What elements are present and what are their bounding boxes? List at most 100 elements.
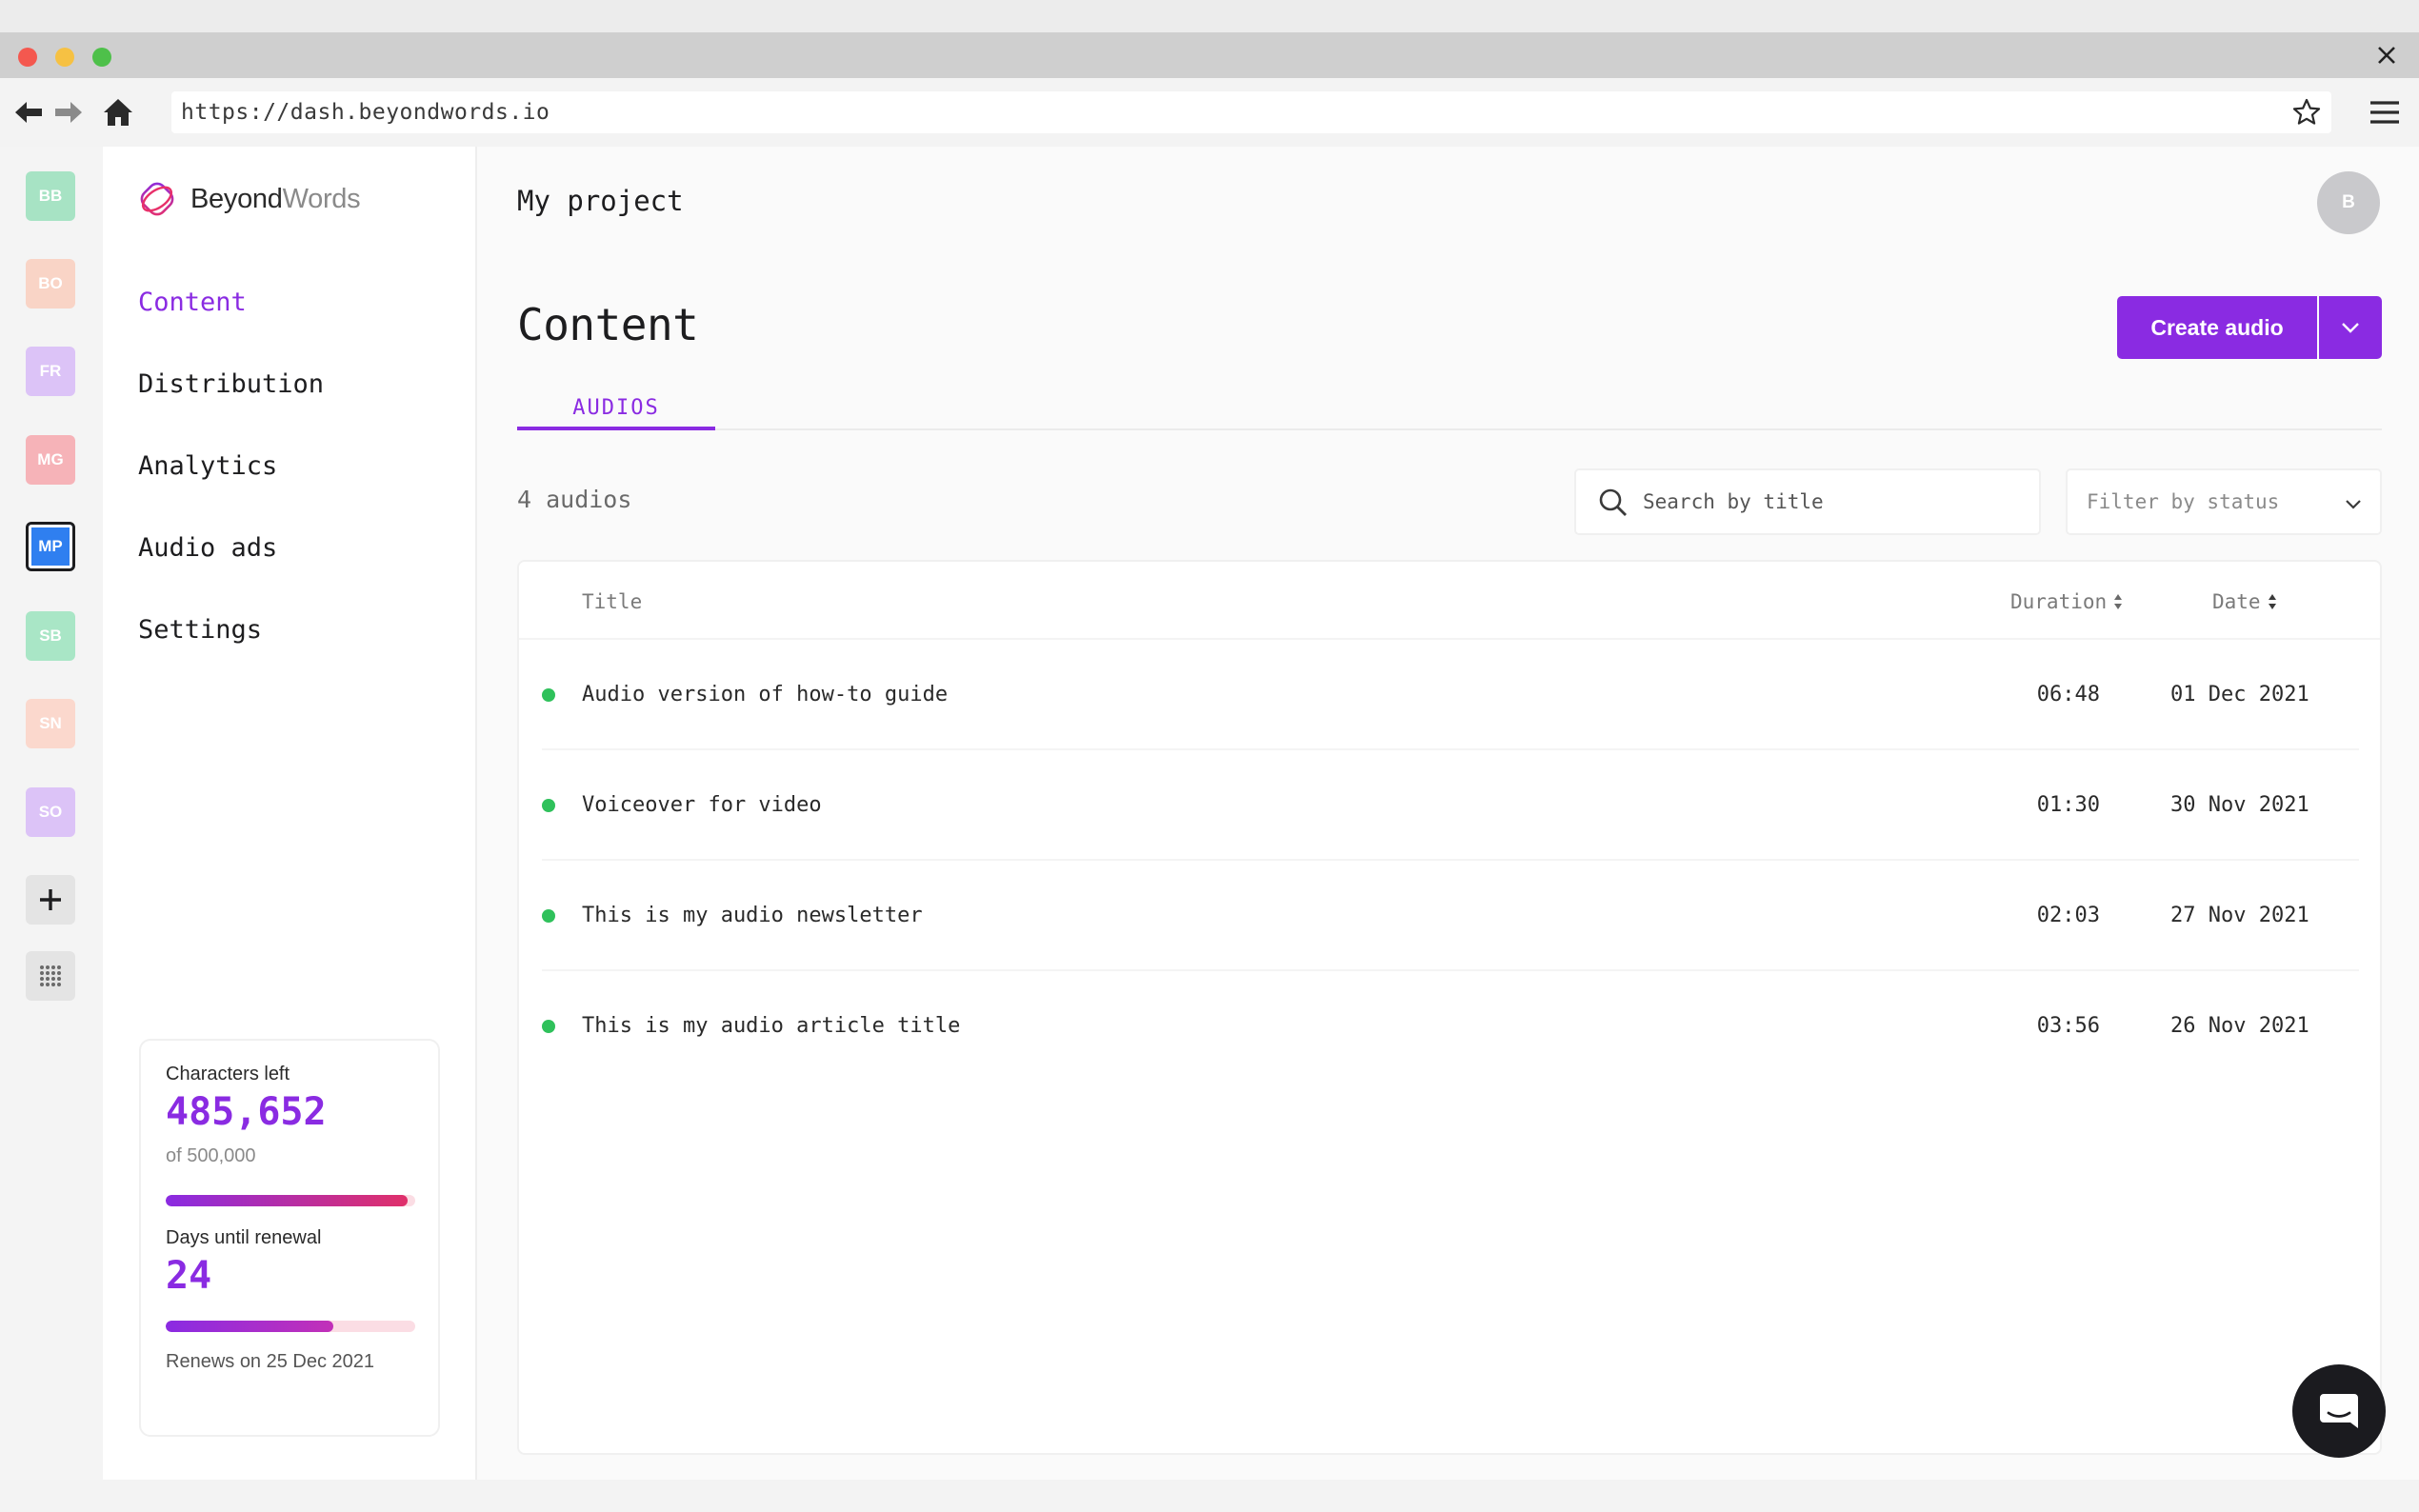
chevron-down-icon: [2346, 500, 2361, 509]
row-duration: 02:03: [2036, 904, 2100, 927]
row-title[interactable]: Voiceover for video: [582, 793, 822, 817]
workspace-initials: BB: [38, 187, 63, 205]
characters-left-label: Characters left: [166, 1064, 290, 1084]
column-title-label: Title: [582, 590, 643, 613]
brand-name-light: Words: [282, 183, 361, 214]
workspace-initials: SN: [39, 714, 62, 732]
workspace-initials: FR: [39, 362, 62, 380]
row-date: 27 Nov 2021: [2170, 904, 2309, 927]
workspace-initials: MG: [37, 450, 64, 468]
workspace-initials: BO: [38, 274, 63, 292]
workspace-bb[interactable]: BB: [26, 171, 75, 221]
apps-grid-button[interactable]: [26, 951, 75, 1001]
workspace-so[interactable]: SO: [26, 787, 75, 837]
row-title[interactable]: This is my audio article title: [582, 1014, 960, 1038]
workspace-mg[interactable]: MG: [26, 435, 75, 485]
characters-progress-fill: [166, 1195, 409, 1206]
characters-total: of 500,000: [166, 1145, 256, 1166]
renewal-date: Renews on 25 Dec 2021: [166, 1351, 375, 1372]
plus-icon: [40, 889, 61, 910]
sidebar: BeyondWords Content Distribution Analyti…: [103, 147, 477, 1480]
table-row[interactable]: This is my audio article title 03:56 26 …: [542, 971, 2359, 1082]
back-button[interactable]: [10, 93, 48, 131]
project-title[interactable]: My project: [517, 185, 684, 217]
app-root: BB BO FR MG MP SB SN SO BeyondWords Cont…: [0, 147, 2419, 1480]
sort-icon: [2268, 594, 2276, 609]
add-workspace-button[interactable]: [26, 875, 75, 925]
status-dot: [542, 799, 555, 812]
brand-name: BeyondWords: [190, 183, 361, 215]
workspace-initials: SO: [38, 803, 63, 821]
address-bar[interactable]: https://dash.beyondwords.io: [171, 91, 2331, 133]
brand-name-bold: Beyond: [190, 183, 283, 214]
avatar-initial: B: [2342, 192, 2355, 212]
search-icon: [1599, 488, 1627, 516]
sort-icon: [2114, 594, 2123, 609]
status-dot: [542, 1020, 555, 1033]
maximize-window-button[interactable]: [92, 48, 111, 67]
create-audio-options-button[interactable]: [2319, 296, 2382, 359]
audios-table: Title Duration Date Audio version of how…: [517, 560, 2382, 1455]
nav-settings[interactable]: Settings: [138, 615, 262, 645]
home-icon: [104, 99, 132, 126]
days-until-renewal-label: Days until renewal: [166, 1227, 322, 1248]
browser-toolbar: https://dash.beyondwords.io: [0, 78, 2419, 147]
audio-count: 4 audios: [517, 486, 632, 513]
column-date-label: Date: [2212, 590, 2261, 613]
url-text: https://dash.beyondwords.io: [181, 100, 550, 125]
star-icon[interactable]: [2291, 97, 2322, 128]
search-box: [1574, 468, 2041, 535]
arrow-left-icon: [15, 102, 42, 123]
beyondwords-logo-icon: [140, 182, 174, 216]
nav-distribution[interactable]: Distribution: [138, 369, 324, 399]
close-icon[interactable]: [2371, 40, 2402, 70]
nav-content[interactable]: Content: [138, 288, 247, 317]
row-duration: 01:30: [2036, 793, 2100, 817]
status-filter-select[interactable]: Filter by status: [2066, 468, 2382, 535]
create-audio-button[interactable]: Create audio: [2117, 296, 2317, 359]
home-button[interactable]: [99, 93, 137, 131]
tab-audios[interactable]: AUDIOS: [517, 396, 715, 430]
column-duration-label: Duration: [2010, 590, 2108, 613]
minimize-window-button[interactable]: [55, 48, 74, 67]
workspace-fr[interactable]: FR: [26, 347, 75, 396]
workspace-mp[interactable]: MP: [26, 522, 75, 571]
workspace-bo[interactable]: BO: [26, 259, 75, 308]
row-duration: 06:48: [2036, 683, 2100, 706]
characters-left-value: 485,652: [166, 1090, 327, 1134]
status-dot: [542, 688, 555, 702]
table-row[interactable]: This is my audio newsletter 02:03 27 Nov…: [542, 861, 2359, 971]
page-title: Content: [517, 299, 699, 350]
brand[interactable]: BeyondWords: [137, 179, 361, 219]
workspace-sn[interactable]: SN: [26, 699, 75, 748]
close-window-button[interactable]: [18, 48, 37, 67]
search-input[interactable]: [1643, 470, 2024, 533]
usage-card: Characters left 485,652 of 500,000 Days …: [139, 1039, 440, 1437]
tabs-divider: [517, 428, 2382, 430]
table-row[interactable]: Voiceover for video 01:30 30 Nov 2021: [542, 750, 2359, 861]
main-content: My project B Content Create audio AUDIOS…: [477, 147, 2419, 1480]
status-dot: [542, 909, 555, 923]
column-date[interactable]: Date: [2212, 590, 2278, 613]
workspace-sb[interactable]: SB: [26, 611, 75, 661]
renewal-progress-bar: [166, 1321, 415, 1332]
status-filter-label: Filter by status: [2087, 490, 2280, 513]
workspace-rail: BB BO FR MG MP SB SN SO: [0, 147, 103, 1480]
hamburger-icon[interactable]: [2368, 97, 2402, 128]
nav-analytics[interactable]: Analytics: [138, 451, 277, 481]
row-date: 30 Nov 2021: [2170, 793, 2309, 817]
avatar[interactable]: B: [2317, 171, 2380, 234]
workspace-initials: MP: [38, 537, 63, 555]
column-title: Title: [582, 590, 642, 613]
forward-button[interactable]: [50, 93, 88, 131]
window-top-strip: [0, 0, 2419, 32]
nav-audio-ads[interactable]: Audio ads: [138, 533, 277, 563]
row-title[interactable]: Audio version of how-to guide: [582, 683, 948, 706]
grid-dots-icon: [40, 965, 61, 986]
chat-launcher-button[interactable]: [2292, 1364, 2386, 1458]
column-duration[interactable]: Duration: [2010, 590, 2124, 613]
characters-progress-bar: [166, 1195, 415, 1206]
renewal-progress-fill: [166, 1321, 333, 1332]
table-row[interactable]: Audio version of how-to guide 06:48 01 D…: [542, 640, 2359, 750]
row-title[interactable]: This is my audio newsletter: [582, 904, 923, 927]
